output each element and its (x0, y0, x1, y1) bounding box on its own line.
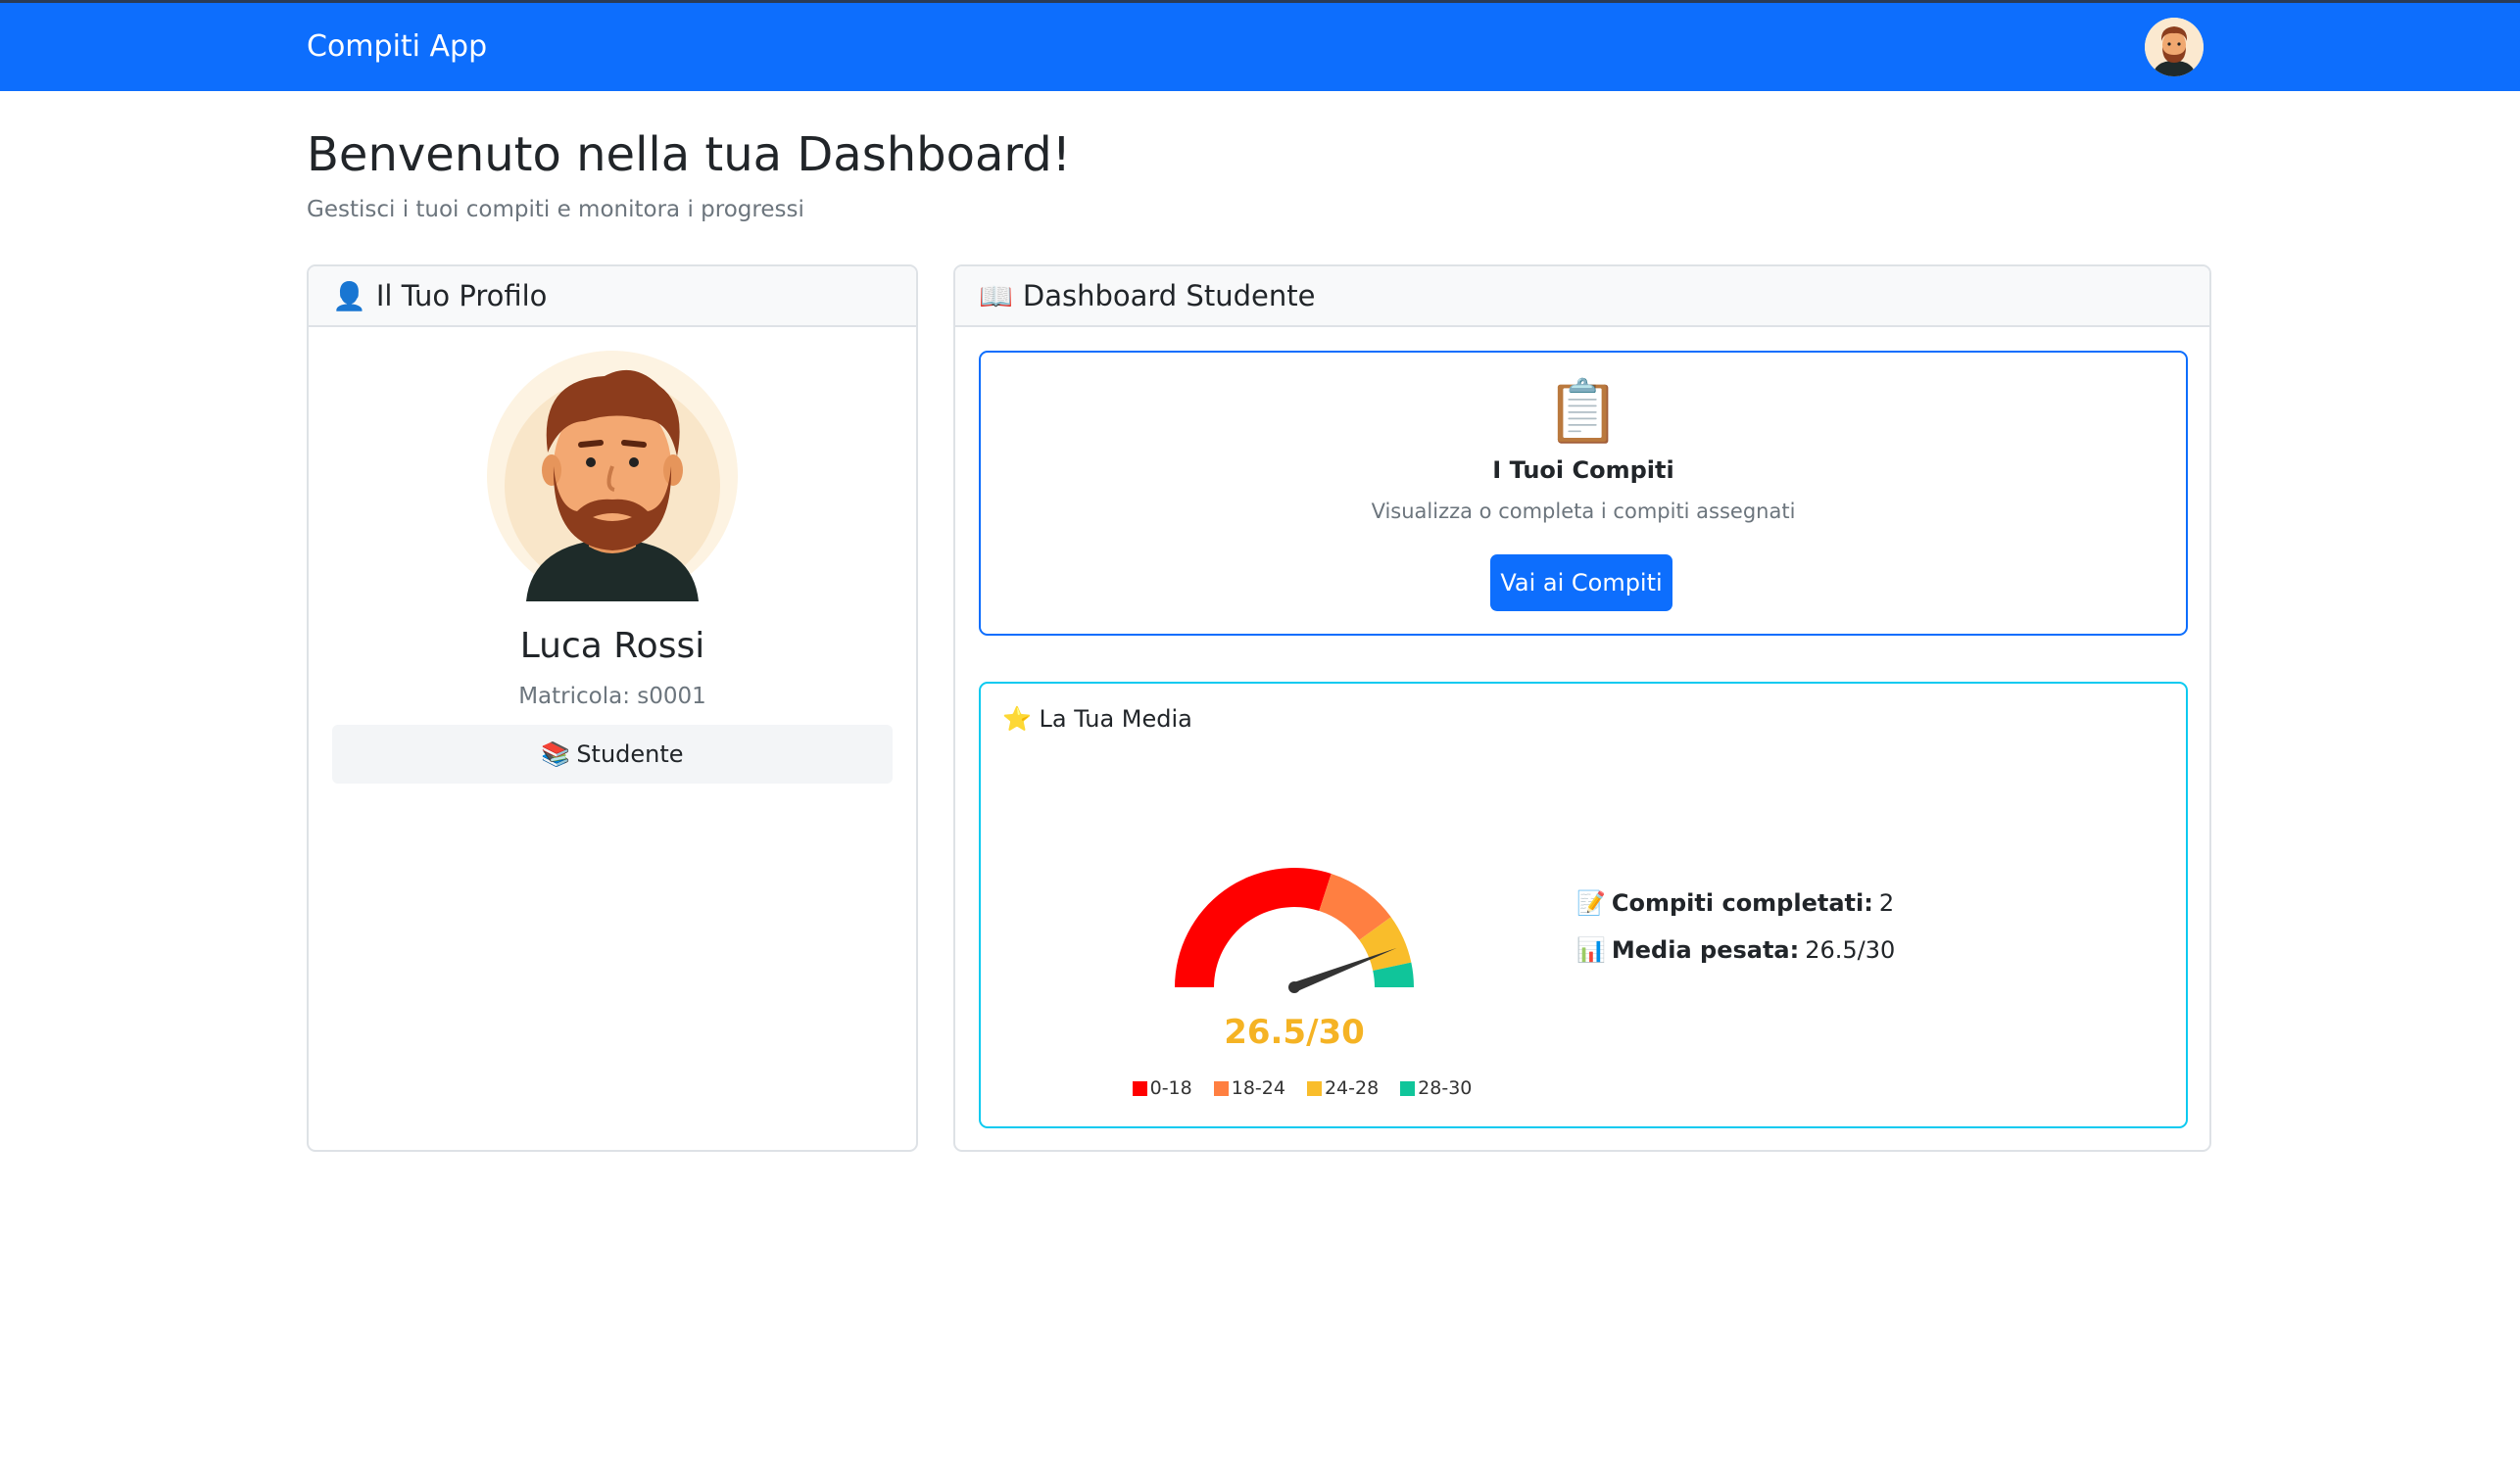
profile-matricola: Matricola: s0001 (518, 684, 706, 709)
legend-label: 18-24 (1231, 1077, 1285, 1099)
clipboard-icon: 📋 (1545, 375, 1622, 447)
average-gauge (1175, 868, 1414, 993)
stat-label: Compiti completati: (1611, 889, 1873, 917)
legend-swatch (1400, 1080, 1416, 1096)
legend-item: 0-18 (1132, 1077, 1192, 1099)
legend-label: 28-30 (1418, 1077, 1473, 1099)
profile-name: Luca Rossi (519, 626, 705, 666)
stat-value: 26.5/30 (1805, 936, 1896, 964)
user-icon: 👤 (332, 279, 366, 312)
memo-icon: 📝 (1576, 889, 1606, 917)
open-book-icon: 📖 (979, 279, 1013, 312)
go-to-tasks-button[interactable]: Vai ai Compiti (1490, 554, 1672, 611)
legend-item: 24-28 (1306, 1077, 1380, 1099)
stat-label: Media pesata: (1611, 936, 1800, 964)
bar-chart-icon: 📊 (1576, 936, 1606, 964)
role-label: Studente (576, 740, 684, 768)
role-badge: 📚 Studente (332, 725, 893, 784)
average-panel: ⭐ La Tua Media 26.5/30 0-18 18-24 24-28 28-… (979, 682, 2188, 1128)
page-subtitle: Gestisci i tuoi compiti e monitora i pro… (307, 197, 804, 222)
legend-item: 28-30 (1400, 1077, 1472, 1099)
dashboard-card-header: 📖 Dashboard Studente (955, 266, 2209, 327)
user-avatar-icon[interactable] (2145, 18, 2204, 76)
legend-label: 24-28 (1324, 1077, 1380, 1099)
tasks-description: Visualizza o completa i compiti assegnat… (1371, 500, 1796, 523)
profile-header-title: Il Tuo Profilo (375, 279, 548, 312)
profile-avatar (487, 351, 738, 601)
gauge-needle-hub (1288, 981, 1300, 993)
navbar-brand[interactable]: Compiti App (307, 29, 487, 65)
legend-swatch (1132, 1080, 1147, 1096)
page-title: Benvenuto nella tua Dashboard! (307, 127, 1071, 182)
average-title-label: La Tua Media (1039, 705, 1192, 733)
books-icon: 📚 (541, 740, 571, 768)
gauge-value-label: 26.5/30 (1224, 1013, 1365, 1052)
legend-swatch (1213, 1080, 1229, 1096)
tasks-panel: 📋 I Tuoi Compiti Visualizza o completa i… (979, 351, 2188, 636)
dashboard-header-title: Dashboard Studente (1022, 279, 1316, 312)
star-icon: ⭐ (1002, 705, 1032, 733)
legend-label: 0-18 (1149, 1077, 1192, 1099)
average-title: ⭐ La Tua Media (1002, 705, 1192, 733)
navbar: Compiti App (0, 0, 2520, 91)
gauge-segment-0-18 (1175, 868, 1332, 987)
stat-row: 📊 Media pesata: 26.5/30 (1576, 927, 1895, 974)
dashboard-card: 📖 Dashboard Studente 📋 I Tuoi Compiti Vi… (953, 264, 2211, 1152)
profile-card: 👤 Il Tuo Profilo Luca Rossi Matricola: s… (307, 264, 918, 1152)
average-stats: 📝 Compiti completati: 2 📊 Media pesata: 26.5/… (1576, 880, 1895, 974)
tasks-title: I Tuoi Compiti (1492, 456, 1674, 484)
stat-row: 📝 Compiti completati: 2 (1576, 880, 1895, 927)
legend-item: 18-24 (1213, 1077, 1285, 1099)
profile-card-header: 👤 Il Tuo Profilo (309, 266, 916, 327)
legend-swatch (1306, 1080, 1322, 1096)
gauge-legend: 0-18 18-24 24-28 28-30 (1116, 1077, 1488, 1099)
stat-value: 2 (1878, 889, 1895, 917)
